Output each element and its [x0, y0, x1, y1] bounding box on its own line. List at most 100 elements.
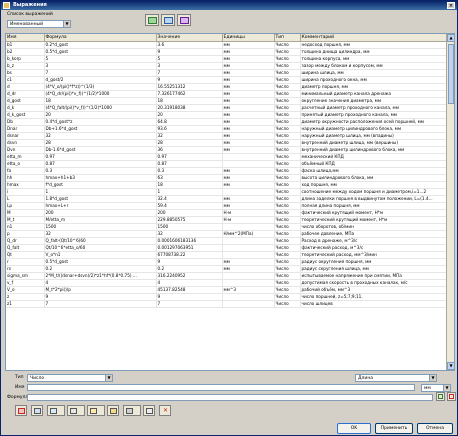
table-cell: внутренний диаметр цилиндрового блока, м… — [300, 146, 449, 154]
table-row[interactable]: d_gost 18 18 мм Число округление значения диа… — [6, 97, 449, 105]
column-header[interactable]: Значение — [156, 34, 223, 42]
table-row[interactable]: b1 0.2*d_gost 3.6 мм Число недосход поршня, м… — [6, 41, 449, 49]
function-insert-button[interactable] — [31, 405, 43, 416]
table-cell: Число — [274, 97, 301, 105]
table-cell: Число — [274, 48, 301, 56]
table-row[interactable]: dsvn 28 28 мм Число внутренний диаметр шлица,… — [6, 139, 449, 147]
table-row[interactable]: p 32 32 Н/мм^2(МПа) Число рабочее давление, М… — [6, 230, 449, 238]
formula-input[interactable] — [27, 394, 433, 401]
remove-button[interactable]: ✕ — [159, 405, 171, 416]
table-row[interactable]: Lp hmax+L+r 59.4 мм Число полная длина поршня… — [6, 202, 449, 210]
scroll-down-icon[interactable]: ▼ — [447, 362, 454, 370]
vertical-scrollbar[interactable]: ▲ ▼ — [446, 34, 454, 370]
table-cell: 1500 — [156, 223, 223, 231]
table-cell: 59.4 — [156, 202, 223, 210]
table-cell: 18 — [156, 97, 223, 105]
apply-button[interactable]: Применить — [375, 423, 413, 434]
table-row[interactable]: fa 0.3 0.3 мм Число фаска шлица,мм — [6, 167, 449, 175]
reference-button[interactable] — [87, 405, 105, 416]
table-row[interactable]: hh hmax+h1+b3 63 мм Число высота цилиндрового… — [6, 174, 449, 182]
table-row[interactable]: c1 d_gost/2 9 мм Число ширина проходного окна… — [6, 76, 449, 84]
table-row[interactable]: i 1 1 Число соотношение между ходом поршня и… — [6, 188, 449, 196]
open-button[interactable] — [107, 405, 119, 416]
accept-button[interactable] — [436, 392, 445, 401]
table-row[interactable]: Dvn Db-1.6*d_gost 36 мм Число внутренний диам… — [6, 146, 449, 154]
table-cell: допустимая скорость в проходных каналах,… — [300, 279, 449, 287]
table-row[interactable]: z1 7 7 Число число шлицев — [6, 300, 449, 308]
spreadsheet-icon — [148, 17, 157, 24]
table-row[interactable]: b2 0.5*d_gost 9 мм Число толщина днища цилинд… — [6, 48, 449, 56]
table-cell: Db+1.6*d_gost — [44, 125, 157, 133]
table-row[interactable]: Dnar Db+1.6*d_gost 93.6 мм Число наружный диа… — [6, 125, 449, 133]
table-row[interactable]: etta_o 0.87 0.87 Число объёмный КПД — [6, 160, 449, 168]
table-row[interactable]: n1 1500 1500 Число число оборотов, об/мин — [6, 223, 449, 231]
table-row[interactable]: Db 0.4*d_gost*z 64.8 мм Число диаметр окружно… — [6, 118, 449, 126]
cancel-button[interactable]: Отмена — [417, 423, 453, 434]
table-row[interactable]: bs 7 7 мм Число ширина шлица, мм — [6, 69, 449, 77]
table-cell: Число — [274, 272, 301, 280]
scroll-thumb[interactable] — [448, 44, 454, 104]
table-cell: Dvn — [6, 146, 45, 154]
table-row[interactable]: M_t M/etta_m 229.8850575 Н·м Число теоретичес… — [6, 216, 449, 224]
reject-button[interactable] — [447, 392, 456, 401]
table-cell: мм — [222, 265, 275, 273]
name-input[interactable] — [27, 384, 415, 391]
scroll-up-icon[interactable]: ▲ — [447, 34, 454, 42]
table-row[interactable]: M 200 200 Н·м Число фактический крутящий моме… — [6, 209, 449, 217]
measure-dist-button[interactable] — [67, 405, 85, 416]
column-header[interactable]: Комментарий — [300, 34, 449, 42]
table-row[interactable]: v_f 4 4 Число допустимая скорость в проходны… — [6, 279, 449, 287]
table-row[interactable]: hmax f*d_gost 18 мм Число ход поршня, мм — [6, 181, 449, 189]
export-button[interactable] — [161, 14, 175, 26]
table-row[interactable]: L 1.8*d_gost 32.4 мм Число длина заделки порш… — [6, 195, 449, 203]
units-select[interactable]: мм ▼ — [421, 384, 451, 392]
measure-button[interactable] — [47, 405, 65, 416]
table-row[interactable]: V_o M_t*2*pi()/p 45137.82548 мм^3 Число рабоч… — [6, 286, 449, 294]
table-row[interactable]: Qt V_o*n1 67708738.22 Число теоретический ра… — [6, 251, 449, 259]
table-cell: 7 — [44, 300, 157, 308]
table-cell: Число — [274, 195, 301, 203]
delete-button[interactable] — [15, 405, 27, 416]
table-cell: Число — [274, 90, 301, 98]
table-cell: dsnar — [6, 132, 45, 140]
table-row[interactable]: dsnar 32 32 мм Число наружный диаметр шлица, … — [6, 132, 449, 140]
save-button[interactable] — [123, 405, 141, 416]
table-row[interactable]: rs 0.2 0.2 мм Число радиус скругления шлица, … — [6, 265, 449, 273]
column-header[interactable]: Формула — [44, 34, 157, 42]
column-header[interactable]: Имя — [6, 34, 45, 42]
table-cell: 18 — [156, 181, 223, 189]
type-select[interactable]: Число ▼ — [27, 374, 113, 382]
dimension-select[interactable]: Длина ▼ — [355, 374, 437, 382]
table-cell: 200 — [44, 209, 157, 217]
table-cell: фактический расход, м^3/c — [300, 244, 449, 252]
close-icon[interactable]: × — [447, 2, 455, 9]
units-value: мм — [424, 386, 431, 391]
table-row[interactable]: z 9 9 Число число поршней, z=5;7;9;11. — [6, 293, 449, 301]
table-cell: d_gost/2 — [44, 76, 157, 84]
column-header[interactable]: Тип — [274, 34, 301, 42]
function-button[interactable] — [177, 14, 191, 26]
column-header[interactable]: Единицы — [222, 34, 275, 42]
ok-button[interactable]: OK — [337, 423, 371, 434]
table-row[interactable]: Q_dr Q_falt-(Qt/10^6)60 0.0001606183136 Чис… — [6, 237, 449, 245]
copy-button[interactable] — [143, 405, 155, 416]
table-cell: число шлицев — [300, 300, 449, 308]
table-row[interactable]: d_k (4*Q_falt/(pi()*v_f))^(1/2)*1000 20.31… — [6, 104, 449, 112]
table-cell — [222, 223, 275, 231]
table-row[interactable]: Q_falt Qt/10^6*etta_o/60 0.001297063951 Чис… — [6, 244, 449, 252]
table-row[interactable]: d_k_gost 20 20 мм Число принятый диаметр прох… — [6, 111, 449, 119]
table-row[interactable]: sigma_sm 2*M_t/((dsnar+dsvn)/2)*z1*hf*(0.… — [6, 272, 449, 280]
table-row[interactable]: d_dr (4*Q_dr/(pi()*v_f))^(1/2)*1000 7.3261… — [6, 90, 449, 98]
table-cell: c1 — [6, 76, 45, 84]
table-row[interactable]: etta_m 0.97 0.97 Число механический КПД — [6, 153, 449, 161]
table-cell: bs — [6, 69, 45, 77]
table-row[interactable]: b_korp 5 5 мм Число толщина корпуса, мм — [6, 55, 449, 63]
import-button[interactable] — [145, 14, 159, 26]
table-row[interactable]: b_z 3 3 мм Число зазор между блоком и корпусо… — [6, 62, 449, 70]
table-cell: M_t*2*pi()/p — [44, 286, 157, 294]
table-cell: d_k — [6, 104, 45, 112]
table-row[interactable]: d (4*V_o/(pi()*f*z))^(1/3) 16.55251312 мм Чи… — [6, 83, 449, 91]
expr-list-select[interactable]: Именованный ▼ — [7, 20, 71, 28]
table-cell: Q_dr — [6, 237, 45, 245]
table-row[interactable]: r 0.5*d_gost 9 мм Число радиус округления пор… — [6, 258, 449, 266]
